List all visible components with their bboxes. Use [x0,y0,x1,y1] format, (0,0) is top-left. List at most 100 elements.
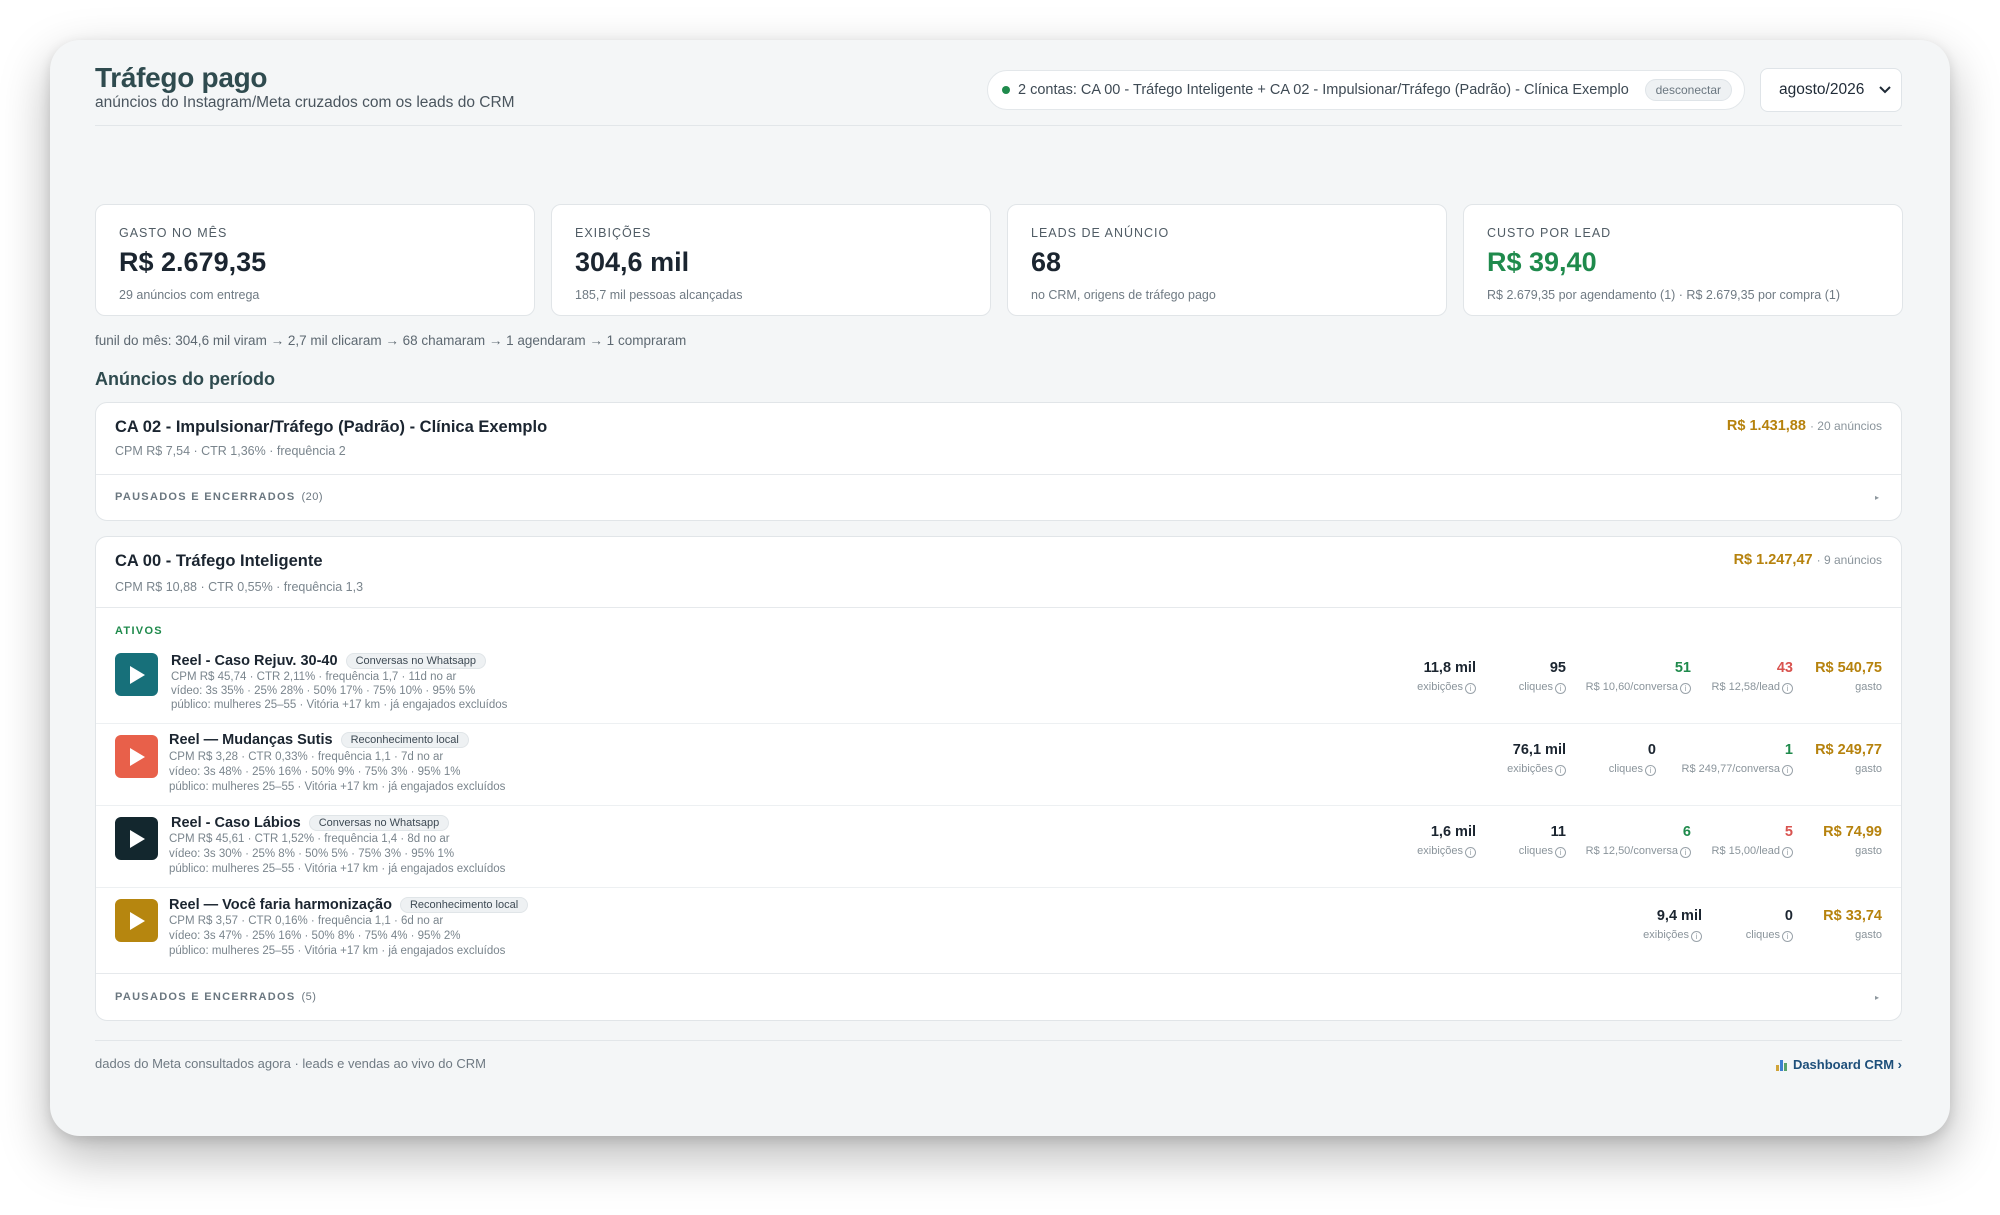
ad-title: Reel — Mudanças Sutis [169,732,333,748]
metric-value: 51 [1674,660,1691,676]
objective-badge: Reconhecimento local [399,897,529,913]
footer-note: dados do Meta consultados agora · leads … [95,1056,486,1071]
paused-label-text: PAUSADOS E ENCERRADOS [115,991,296,1003]
disconnect-button[interactable]: desconectar [1644,79,1732,101]
info-icon[interactable]: i [1680,683,1691,694]
objective-badge: Reconhecimento local [340,732,469,748]
metric-label: cliques [1608,763,1643,775]
metric-label: exibições [1507,763,1553,775]
metric-label: R$ 15,00/lead [1711,845,1781,857]
ad-name: Reel — Você faria harmonização Reconhecim… [169,897,529,913]
ad-row[interactable]: Reel — Mudanças Sutis Reconhecimento loca… [96,723,1901,805]
metric-value: 76,1 mil [1512,742,1566,758]
paused-count: (20) [301,491,324,503]
ad-metrics-line: CPM R$ 3,28 · CTR 0,33% · frequência 1,1… [169,751,444,763]
kpi-subtext: 185,7 mil pessoas alcançadas [575,288,743,302]
ad-row[interactable]: Reel - Caso Lábios Conversas no Whatsapp … [96,805,1901,887]
metric-label: cliques [1745,929,1780,941]
metric-clicks: 0 cliques i [1609,742,1656,776]
account-total: R$ 1.431,88 · 20 anúncios [1727,418,1882,434]
ad-thumbnail[interactable] [115,735,158,778]
ad-thumbnail[interactable] [115,653,158,696]
metric-clicks: 0 cliques i [1746,908,1793,942]
metric-leads: 5 R$ 15,00/lead i [1711,824,1793,858]
metric-label: gasto [1855,763,1882,775]
metric-conversations: 6 R$ 12,50/conversa i [1586,824,1691,858]
account-card: CA 02 - Impulsionar/Tráfego (Padrão) - C… [95,402,1902,521]
month-select-value: agosto/2026 [1779,81,1865,98]
info-icon[interactable]: i [1465,683,1476,694]
info-icon[interactable]: i [1691,931,1702,942]
kpi-label: GASTO NO MÊS [119,226,228,240]
paused-label: PAUSADOS E ENCERRADOS (5) [115,991,316,1003]
chevron-down-icon [1879,86,1891,94]
metric-value: R$ 74,99 [1823,824,1882,840]
metric-label: R$ 12,50/conversa [1585,845,1678,857]
kpi-label: LEADS DE ANÚNCIO [1031,226,1170,240]
info-icon[interactable]: i [1680,847,1691,858]
metric-spend: R$ 540,75 gasto [1815,660,1882,693]
info-icon[interactable]: i [1555,765,1566,776]
metric-value: 0 [1784,908,1793,924]
info-icon[interactable]: i [1465,847,1476,858]
metric-label: R$ 10,60/conversa [1585,681,1678,693]
connected-accounts-text: 2 contas: CA 00 - Tráfego Inteligente + … [1018,82,1629,98]
kpi-label: CUSTO POR LEAD [1487,226,1612,240]
paused-section-toggle[interactable]: PAUSADOS E ENCERRADOS (5) ▸ [96,974,1901,1021]
metric-label: R$ 12,58/lead [1711,681,1781,693]
ad-row[interactable]: Reel — Você faria harmonização Reconhecim… [96,887,1901,971]
ad-row[interactable]: Reel - Caso Rejuv. 30-40 Conversas no Wha… [96,641,1901,723]
metric-spend: R$ 74,99 gasto [1823,824,1882,857]
metric-impressions: 1,6 mil exibições i [1417,824,1476,858]
metric-label: gasto [1855,845,1882,857]
kpi-subtext: no CRM, origens de tráfego pago [1031,288,1216,302]
info-icon[interactable]: i [1645,765,1656,776]
play-icon [129,747,145,766]
metric-label: exibições [1417,845,1463,857]
play-icon [129,829,145,848]
month-select[interactable]: agosto/2026 [1760,68,1902,112]
ad-name: Reel - Caso Rejuv. 30-40 Conversas no Wha… [171,653,487,669]
connected-accounts-pill: 2 contas: CA 00 - Tráfego Inteligente + … [987,70,1745,110]
account-spend: R$ 1.247,47 [1733,552,1813,568]
metric-value: 9,4 mil [1656,908,1702,924]
ad-thumbnail[interactable] [115,899,158,942]
play-icon [129,665,145,684]
metric-value: 0 [1647,742,1656,758]
app-window: Tráfego pago anúncios do Instagram/Meta … [50,40,1950,1136]
dashboard-crm-label: Dashboard CRM › [1792,1057,1902,1072]
ad-audience-line: público: mulheres 25–55 · Vitória +17 km… [169,863,506,875]
paused-section-toggle[interactable]: PAUSADOS E ENCERRADOS (20) ▸ [96,475,1901,521]
info-icon[interactable]: i [1782,847,1793,858]
caret-right-icon: ▸ [1874,493,1879,502]
metric-value: 95 [1549,660,1566,676]
active-label: ATIVOS [115,625,163,637]
metric-label: R$ 249,77/conversa [1681,763,1780,775]
kpi-subtext: 29 anúncios com entrega [119,288,260,302]
kpi-value: R$ 2.679,35 [119,247,267,277]
account-ad-count: · 20 anúncios [1809,419,1882,433]
info-icon[interactable]: i [1555,683,1566,694]
metric-impressions: 76,1 mil exibições i [1507,742,1566,776]
ad-thumbnail[interactable] [115,817,158,860]
ad-audience-line: público: mulheres 25–55 · Vitória +17 km… [169,945,506,957]
info-icon[interactable]: i [1782,683,1793,694]
footer-divider [95,1040,1902,1041]
kpi-card-spend: GASTO NO MÊS R$ 2.679,35 29 anúncios com… [95,204,535,316]
ad-video-line: vídeo: 3s 35% · 25% 28% · 50% 17% · 75% … [171,685,476,697]
metric-value: R$ 540,75 [1815,660,1882,676]
ad-title: Reel - Caso Rejuv. 30-40 [171,653,338,669]
ad-video-line: vídeo: 3s 48% · 25% 16% · 50% 9% · 75% 3… [169,766,461,778]
chart-icon [1775,1059,1788,1071]
info-icon[interactable]: i [1782,931,1793,942]
account-card: CA 00 - Tráfego Inteligente CPM R$ 10,88… [95,536,1902,1021]
play-icon [129,911,145,930]
dashboard-crm-link[interactable]: Dashboard CRM › [1775,1057,1902,1072]
kpi-label: EXIBIÇÕES [575,226,652,240]
header-divider [95,125,1902,126]
info-icon[interactable]: i [1555,847,1566,858]
info-icon[interactable]: i [1782,765,1793,776]
paused-label: PAUSADOS E ENCERRADOS (20) [115,491,323,503]
kpi-value: 68 [1031,247,1062,277]
metric-conversations: 1 R$ 249,77/conversa i [1682,742,1793,776]
